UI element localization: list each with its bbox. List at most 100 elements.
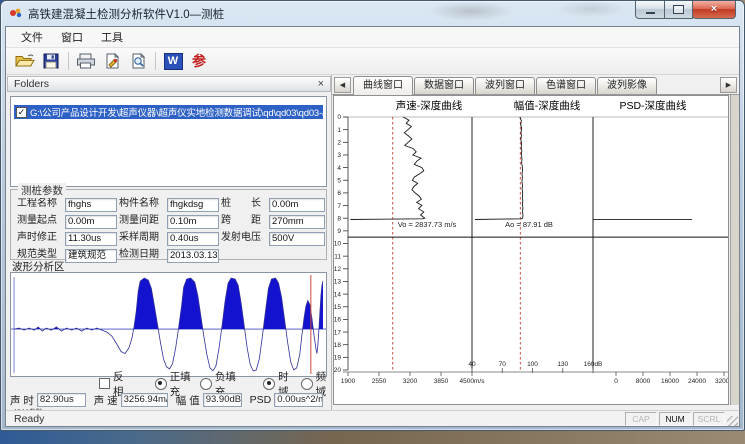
param-label: 采样周期 <box>119 232 165 246</box>
param-field[interactable]: 270mm <box>269 215 325 229</box>
svg-text:20: 20 <box>334 367 341 374</box>
param-field[interactable]: fhghs <box>65 198 117 212</box>
readout-field[interactable]: 82.90us <box>37 393 86 407</box>
maximize-button[interactable] <box>664 1 693 19</box>
save-button[interactable] <box>38 50 64 72</box>
left-panel: Folders × ✓ G:\公司产品设计开发\超声仪器\超声仪实地检测数据调试… <box>7 75 331 410</box>
client-area: 文件窗口工具 <box>5 26 740 427</box>
menu-item-2[interactable]: 窗口 <box>52 27 92 47</box>
depth-curves-plot: 0123456789101112131415161718192019002550… <box>334 96 728 404</box>
tab-4[interactable]: 色谱窗口 <box>536 77 596 94</box>
tab-scroll-right-button[interactable]: ▶ <box>720 77 737 93</box>
close-button[interactable]: × <box>692 1 736 19</box>
svg-text:1900: 1900 <box>341 378 356 385</box>
param-field[interactable]: 建筑规范 <box>65 249 117 263</box>
fill-negative-radio[interactable] <box>200 378 212 390</box>
print-preview-button[interactable] <box>125 50 151 72</box>
svg-text:18: 18 <box>334 342 341 349</box>
param-label: 桩 长 <box>221 198 267 212</box>
invert-checkbox[interactable] <box>99 378 110 389</box>
menu-item-1[interactable]: 文件 <box>12 27 52 47</box>
param-label: 测量间距 <box>119 215 165 229</box>
toolbar-separator <box>155 52 156 70</box>
readout-label: 声 速 <box>94 393 118 408</box>
folders-panel-header: Folders × <box>7 76 331 92</box>
freq-domain-radio[interactable] <box>301 378 313 390</box>
open-file-button[interactable] <box>12 50 38 72</box>
param-label: 检测日期 <box>119 249 165 263</box>
readout-label: 幅 值 <box>176 393 200 408</box>
pile-params-legend: 测桩参数 <box>18 183 66 198</box>
svg-text:32000: 32000 <box>715 378 728 385</box>
window-controls: × <box>636 1 736 19</box>
readout-label: PSD <box>250 394 272 406</box>
readout-field[interactable]: 3256.94m/s <box>121 393 168 407</box>
title-bar[interactable]: 高铁建混凝土检测分析软件V1.0—测桩 × <box>1 1 744 25</box>
tab-3[interactable]: 波列窗口 <box>475 77 535 94</box>
printer-icon <box>76 53 96 69</box>
minimize-button[interactable] <box>635 1 665 19</box>
param-field[interactable]: 2013.03.13 <box>167 249 219 263</box>
svg-text:3200: 3200 <box>403 378 418 385</box>
svg-text:13: 13 <box>334 279 341 286</box>
maximize-icon <box>673 5 684 14</box>
waveform-display[interactable] <box>10 272 327 377</box>
param-field[interactable]: fhgkdsg <box>167 198 219 212</box>
parameters-button[interactable]: 参 <box>186 50 212 72</box>
tree-item-path: G:\公司产品设计开发\超声仪器\超声仪实地检测数据调试\qd\qd03\qd0… <box>30 105 323 119</box>
tab-2[interactable]: 数据窗口 <box>414 77 474 94</box>
folder-tree[interactable]: ✓ G:\公司产品设计开发\超声仪器\超声仪实地检测数据调试\qd\qd03\q… <box>10 96 327 187</box>
param-field[interactable]: 11.30us <box>65 232 117 246</box>
page-wrench-icon <box>104 53 121 69</box>
chart-title-psd: PSD-深度曲线 <box>578 98 728 113</box>
fill-positive-radio[interactable] <box>155 378 167 390</box>
param-field[interactable]: 0.00m <box>65 215 117 229</box>
pile-params-grid: 工程名称fhghs构件名称fhgkdsg桩 长0.00m测量起点0.00m测量间… <box>11 190 326 263</box>
readout-field[interactable]: 93.90dB <box>203 393 242 407</box>
toolbar: W 参 <box>6 48 739 75</box>
readout-field[interactable]: 0.00us^2/m <box>274 393 323 407</box>
export-word-button[interactable]: W <box>160 50 186 72</box>
svg-text:24000: 24000 <box>688 378 706 385</box>
chart-scrollbar[interactable] <box>730 95 739 405</box>
svg-text:130: 130 <box>557 361 568 368</box>
param-field[interactable]: 0.40us <box>167 232 219 246</box>
param-label: 跨 距 <box>221 215 267 229</box>
resize-grip[interactable] <box>727 416 738 427</box>
status-bar: Ready CAPNUMSCRL <box>6 410 739 427</box>
svg-text:10: 10 <box>334 241 341 248</box>
folders-close-icon[interactable]: × <box>318 79 324 89</box>
app-icon <box>9 6 23 20</box>
param-field[interactable]: 0.00m <box>269 198 325 212</box>
svg-text:9: 9 <box>337 228 341 235</box>
print-setup-button[interactable] <box>99 50 125 72</box>
main-area: Folders × ✓ G:\公司产品设计开发\超声仪器\超声仪实地检测数据调试… <box>6 75 739 410</box>
svg-text:1: 1 <box>337 127 341 134</box>
folders-title: Folders <box>14 78 49 90</box>
indicator-cap: CAP <box>625 412 657 426</box>
keyboard-indicators: CAPNUMSCRL <box>623 412 725 426</box>
param-label: 构件名称 <box>119 198 165 212</box>
menu-item-3[interactable]: 工具 <box>92 27 132 47</box>
chart-canvas[interactable]: 0123456789101112131415161718192019002550… <box>333 95 729 405</box>
tab-scroll-left-button[interactable]: ◀ <box>334 77 351 93</box>
app-window: 高铁建混凝土检测分析软件V1.0—测桩 × 文件窗口工具 <box>0 0 745 431</box>
checkbox-checked-icon[interactable]: ✓ <box>16 107 27 118</box>
waveform-plot <box>11 273 326 376</box>
print-button[interactable] <box>73 50 99 72</box>
right-panel: ◀曲线窗口数据窗口波列窗口色谱窗口波列影像▶ 01234567891011121… <box>331 75 739 410</box>
svg-text:0: 0 <box>337 114 341 121</box>
svg-text:160dB: 160dB <box>584 361 603 368</box>
close-icon: × <box>711 2 717 17</box>
tab-5[interactable]: 波列影像 <box>597 77 657 94</box>
readout-label: 声 时 <box>10 393 34 408</box>
time-domain-radio[interactable] <box>263 378 275 390</box>
svg-text:40: 40 <box>468 361 476 368</box>
tab-1[interactable]: 曲线窗口 <box>353 76 413 95</box>
open-folder-icon <box>15 53 35 69</box>
param-field[interactable]: 0.10m <box>167 215 219 229</box>
svg-text:14: 14 <box>334 291 341 298</box>
status-text: Ready <box>14 413 44 425</box>
param-field[interactable]: 500V <box>269 232 325 246</box>
tree-item[interactable]: ✓ G:\公司产品设计开发\超声仪器\超声仪实地检测数据调试\qd\qd03\q… <box>14 105 323 119</box>
